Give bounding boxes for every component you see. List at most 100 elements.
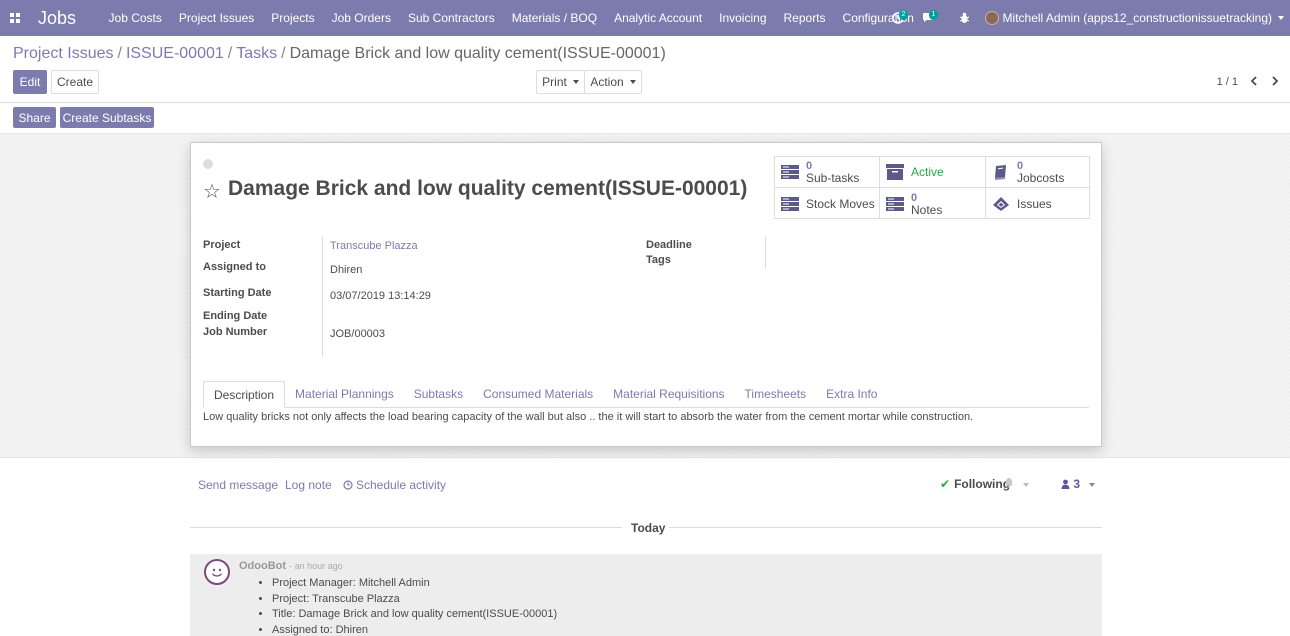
send-message-button[interactable]: Send message — [198, 478, 278, 492]
user-caret-icon — [1278, 16, 1284, 20]
jobcosts-smart-button[interactable]: 0 Jobcosts — [986, 157, 1091, 188]
breadcrumb-tasks[interactable]: Tasks — [236, 45, 277, 62]
following-button[interactable]: ✔ Following — [940, 477, 1010, 491]
tab-consumed-materials[interactable]: Consumed Materials — [473, 381, 603, 407]
menu-materials-boq[interactable]: Materials / BOQ — [503, 0, 605, 36]
tab-timesheets[interactable]: Timesheets — [735, 381, 817, 407]
issues-smart-button[interactable]: Issues — [986, 188, 1091, 219]
tab-extra-info[interactable]: Extra Info — [816, 381, 887, 407]
assigned-to-label: Assigned to — [203, 261, 266, 273]
message-line: Project: Transcube Plazza — [272, 592, 557, 608]
top-navbar: Jobs Job Costs Project Issues Projects J… — [0, 0, 1290, 36]
breadcrumb-project-issues[interactable]: Project Issues — [13, 45, 113, 62]
apps-menu-icon[interactable] — [0, 0, 30, 36]
notebook-tabs: Description Material Plannings Subtasks … — [203, 381, 1089, 408]
menu-analytic-account[interactable]: Analytic Account — [606, 0, 711, 36]
menu-sub-contractors[interactable]: Sub Contractors — [399, 0, 503, 36]
message-line: Project Manager: Mitchell Admin — [272, 576, 557, 592]
menu-job-orders[interactable]: Job Orders — [323, 0, 399, 36]
message-body: Project Manager: Mitchell Admin Project:… — [260, 576, 557, 636]
notes-count: 0 — [911, 191, 918, 204]
active-label: Active — [911, 165, 944, 179]
print-dropdown[interactable]: Print — [536, 70, 585, 94]
activity-icon[interactable]: 2 — [891, 0, 909, 36]
assigned-to-value: Dhiren — [330, 264, 363, 276]
kanban-state-dot[interactable] — [203, 159, 213, 169]
print-label: Print — [542, 75, 567, 89]
tab-material-plannings[interactable]: Material Plannings — [285, 381, 404, 407]
user-name: Mitchell Admin (apps12_constructionissue… — [1002, 11, 1272, 25]
log-note-button[interactable]: Log note — [285, 478, 332, 492]
notes-smart-button[interactable]: 0 Notes — [880, 188, 986, 219]
subtasks-smart-button[interactable]: 0 Sub-tasks — [775, 157, 880, 188]
menu-job-costs[interactable]: Job Costs — [100, 0, 170, 36]
followers-button[interactable]: 3 — [1061, 477, 1096, 491]
followers-caret-icon — [1089, 482, 1096, 487]
breadcrumb-current: Damage Brick and low quality cement(ISSU… — [289, 45, 666, 62]
breadcrumb-issue[interactable]: ISSUE-00001 — [126, 45, 224, 62]
action-dropdown[interactable]: Action — [584, 70, 642, 94]
action-caret-icon — [629, 80, 636, 84]
user-menu[interactable]: Mitchell Admin (apps12_constructionissue… — [984, 11, 1284, 25]
share-button[interactable]: Share — [13, 107, 56, 128]
message-author-name: OdooBot — [239, 560, 287, 572]
messaging-badge: 1 — [928, 10, 939, 20]
field-divider-right — [765, 237, 766, 269]
job-number-label: Job Number — [203, 326, 268, 338]
notes-icon — [886, 196, 904, 212]
menu-project-issues[interactable]: Project Issues — [170, 0, 262, 36]
breadcrumb: Project Issues / ISSUE-00001/Tasks / Damage … — [13, 45, 666, 62]
form-sheet: ☆ Damage Brick and low quality cement(IS… — [190, 142, 1102, 447]
smart-buttons: 0 Sub-tasks Active 0 Jobcosts Stock Moves … — [774, 156, 1091, 219]
pager-value[interactable]: 1 / 1 — [1217, 76, 1238, 88]
subtasks-label: Sub-tasks — [806, 171, 860, 185]
today-label: Today — [631, 521, 666, 535]
archive-icon — [886, 164, 904, 180]
today-divider-right — [669, 527, 1102, 528]
message-author[interactable]: OdooBot - an hour ago — [239, 560, 343, 572]
priority-star-icon[interactable]: ☆ — [203, 179, 221, 204]
tab-subtasks[interactable]: Subtasks — [404, 381, 473, 407]
tab-material-requisitions[interactable]: Material Requisitions — [603, 381, 734, 407]
odoobot-avatar[interactable] — [204, 559, 230, 585]
edit-button[interactable]: Edit — [13, 70, 47, 94]
check-icon: ✔ — [940, 477, 951, 491]
starting-date-label: Starting Date — [203, 287, 272, 299]
today-divider-left — [190, 527, 622, 528]
notification-bell-icon[interactable] — [1004, 477, 1030, 491]
stock-moves-icon — [781, 196, 799, 212]
menu-reports[interactable]: Reports — [775, 0, 834, 36]
message-line: Title: Damage Brick and low quality ceme… — [272, 607, 557, 623]
issues-label: Issues — [1017, 196, 1052, 211]
tasks-icon — [781, 164, 799, 180]
stock-moves-label: Stock Moves — [806, 196, 875, 211]
field-divider-left — [322, 237, 323, 357]
control-panel-divider — [0, 102, 1290, 103]
activity-badge: 2 — [898, 10, 909, 20]
ticket-icon — [992, 196, 1010, 212]
app-brand[interactable]: Jobs — [38, 8, 76, 29]
stock-moves-smart-button[interactable]: Stock Moves — [775, 188, 880, 219]
menu-invoicing[interactable]: Invoicing — [711, 0, 775, 36]
tab-description[interactable]: Description — [203, 381, 286, 408]
create-button[interactable]: Create — [51, 70, 99, 94]
followers-count: 3 — [1073, 477, 1081, 491]
description-text[interactable]: Low quality bricks not only affects the … — [203, 411, 973, 423]
starting-date-value: 03/07/2019 13:14:29 — [330, 290, 431, 302]
main-menu: Job Costs Project Issues Projects Job Or… — [100, 0, 922, 36]
following-label: Following — [954, 477, 1011, 491]
debug-bug-icon[interactable] — [959, 0, 970, 36]
action-label: Action — [590, 75, 624, 89]
pager-previous-icon[interactable] — [1249, 74, 1259, 91]
pager-next-icon[interactable] — [1270, 74, 1280, 91]
menu-projects[interactable]: Projects — [263, 0, 323, 36]
user-avatar — [984, 11, 999, 25]
create-subtasks-button[interactable]: Create Subtasks — [60, 107, 154, 128]
ending-date-label: Ending Date — [203, 310, 268, 322]
active-toggle-button[interactable]: Active — [880, 157, 986, 188]
task-title: Damage Brick and low quality cement(ISSU… — [228, 177, 748, 200]
project-value[interactable]: Transcube Plazza — [330, 240, 418, 252]
schedule-activity-button[interactable]: Schedule activity — [343, 478, 446, 492]
clock-icon — [343, 478, 353, 492]
messaging-icon[interactable]: 1 — [922, 0, 939, 36]
